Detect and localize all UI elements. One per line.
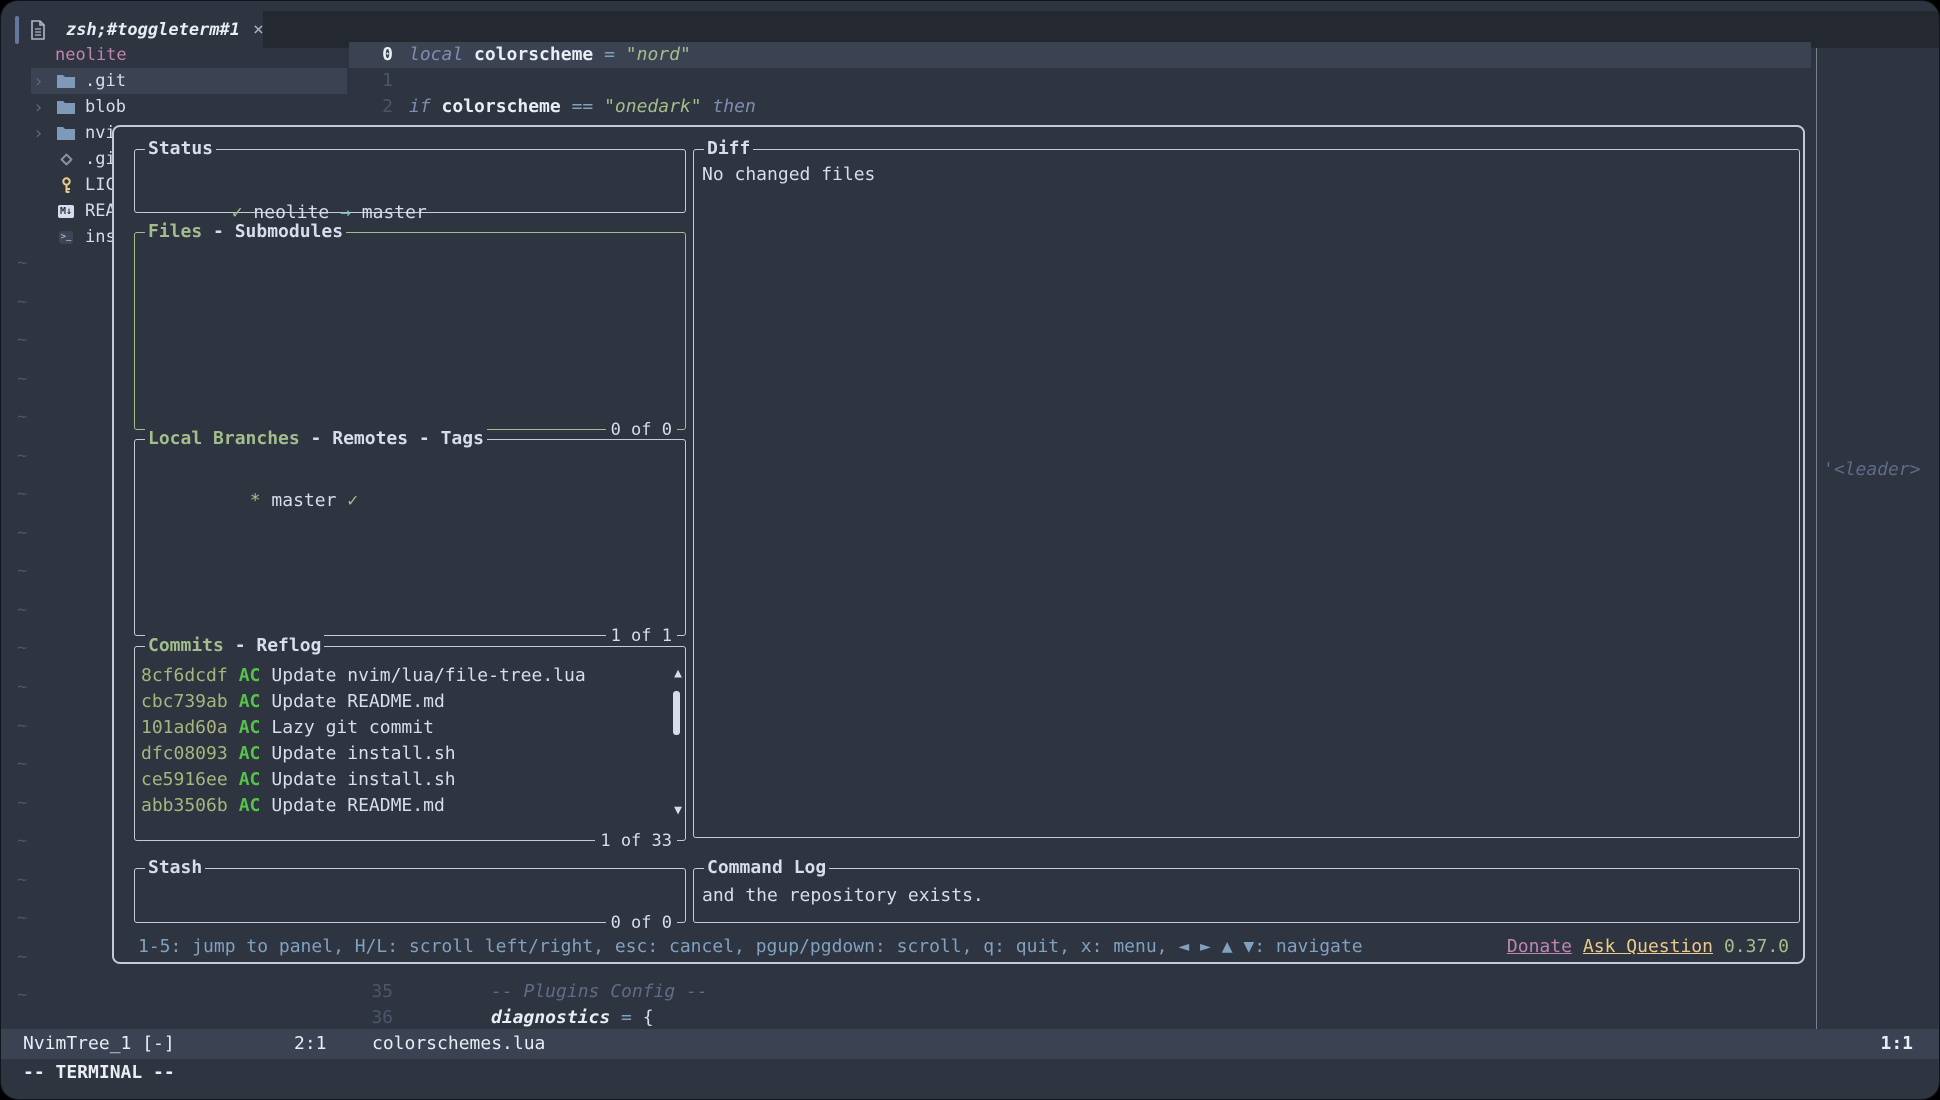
lazygit-diff-panel[interactable]: Diff No changed files [693, 149, 1800, 838]
tab-close-icon[interactable]: × [253, 19, 264, 40]
commit-row[interactable]: abb3506bACUpdate README.md [141, 793, 685, 819]
code-line-0[interactable]: 0local colorscheme = "nord" [361, 42, 691, 68]
tree-root-label: neolite [55, 45, 127, 65]
file-icon [27, 20, 49, 40]
diff-panel-title: Diff [704, 136, 753, 162]
commit-row[interactable]: cbc739abACUpdate README.md [141, 689, 685, 715]
branches-count: 1 of 1 [606, 624, 677, 648]
key-icon [55, 177, 77, 194]
lazygit-float-window: Status ✓ neolite → master Files - Submod… [112, 125, 1805, 964]
lazygit-status-panel[interactable]: Status ✓ neolite → master [134, 149, 686, 213]
stash-panel-title: Stash [145, 855, 205, 881]
statusline-buffer-name: NvimTree_1 [-] [23, 1029, 175, 1059]
status-panel-title: Status [145, 136, 216, 162]
commit-row[interactable]: ce5916eeACUpdate install.sh [141, 767, 685, 793]
diff-content: No changed files [694, 150, 1799, 188]
window-separator [1816, 48, 1817, 1029]
empty-buffer-tildes: ~ ~ ~ ~ ~ ~ ~ ~ ~ ~ ~ ~ ~ ~ ~ ~ ~ ~ ~ ~ [17, 244, 27, 1015]
command-log-title: Command Log [704, 855, 829, 881]
commit-row[interactable]: 101ad60aACLazy git commit [141, 715, 685, 741]
code-line-36[interactable]: 36diagnostics = { [361, 1005, 654, 1031]
scroll-down-icon[interactable]: ▼ [674, 804, 682, 818]
tree-item-blob-folder[interactable]: › blob [1, 94, 126, 120]
tab-title: zsh;#toggleterm#1 [66, 20, 240, 40]
tree-item-license[interactable]: LIC [1, 172, 116, 198]
code-line-35[interactable]: 35-- Plugins Config -- [361, 979, 708, 1005]
markdown-icon: M↓ [55, 205, 77, 218]
tree-item-readme[interactable]: M↓ REA [1, 198, 116, 224]
tree-item-nvim-folder[interactable]: › nvi [1, 120, 116, 146]
donate-link[interactable]: Donate [1507, 936, 1572, 957]
keybinding-hints: 1-5: jump to panel, H/L: scroll left/rig… [138, 936, 1363, 957]
statusline-position-right: 1:1 [1880, 1029, 1913, 1059]
scrollbar-thumb[interactable] [673, 691, 680, 735]
git-file-icon [55, 155, 77, 164]
folder-icon [55, 126, 77, 140]
tree-root[interactable]: neolite [1, 42, 127, 68]
stash-count: 0 of 0 [606, 911, 677, 935]
lazygit-help-bar: 1-5: jump to panel, H/L: scroll left/rig… [138, 933, 1789, 959]
ask-question-link[interactable]: Ask Question [1583, 936, 1713, 957]
statusline: NvimTree_1 [-] 2:1 colorschemes.lua 1:1 [1, 1029, 1940, 1059]
commit-row[interactable]: dfc08093ACUpdate install.sh [141, 741, 685, 767]
lazygit-branches-panel[interactable]: Local Branches - Remotes - Tags * master… [134, 439, 686, 636]
chevron-right-icon: › [33, 97, 55, 118]
code-line-1[interactable]: 1 [361, 68, 409, 94]
chevron-right-icon: › [33, 123, 55, 144]
tree-item-gitignore[interactable]: .gi [1, 146, 116, 172]
terminal-window: zsh;#toggleterm#1 × neolite › .git › blo… [0, 0, 1940, 1100]
lazygit-version: 0.37.0 [1724, 936, 1789, 957]
tree-item-label: .git [85, 71, 126, 91]
lazygit-command-log-panel[interactable]: Command Log and the repository exists. [693, 868, 1800, 923]
tab-active-indicator [15, 16, 19, 44]
scroll-up-icon[interactable]: ▲ [674, 667, 682, 681]
tree-item-label: blob [85, 97, 126, 117]
code-line-2[interactable]: 2if colorscheme == "onedark" then [361, 94, 756, 120]
chevron-right-icon: › [33, 71, 55, 92]
commits-panel-title: Commits - Reflog [145, 633, 324, 659]
lazygit-stash-panel[interactable]: Stash 0 of 0 [134, 868, 686, 923]
statusline-filename: colorschemes.lua [372, 1029, 545, 1059]
terminal-file-icon: >_ [55, 231, 77, 244]
folder-icon [55, 100, 77, 114]
commit-row[interactable]: 8cf6dcdfACUpdate nvim/lua/file-tree.lua [141, 663, 685, 689]
lazygit-commits-panel[interactable]: Commits - Reflog 8cf6dcdfACUpdate nvim/l… [134, 646, 686, 841]
lazygit-files-panel[interactable]: Files - Submodules 0 of 0 [134, 232, 686, 430]
files-panel-title: Files - Submodules [145, 219, 346, 245]
tree-item-git-folder[interactable]: › .git [1, 68, 126, 94]
check-icon: ✓ [347, 490, 358, 511]
branches-panel-title: Local Branches - Remotes - Tags [145, 426, 487, 452]
leader-hint: '<leader> [1823, 459, 1921, 480]
statusline-position-left: 2:1 [294, 1029, 327, 1059]
mode-indicator: -- TERMINAL -- [23, 1059, 175, 1087]
command-log-content: and the repository exists. [694, 869, 1799, 909]
branch-row-master[interactable]: * master ✓ [135, 440, 685, 540]
commits-count: 1 of 33 [595, 829, 677, 853]
folder-icon [55, 74, 77, 88]
